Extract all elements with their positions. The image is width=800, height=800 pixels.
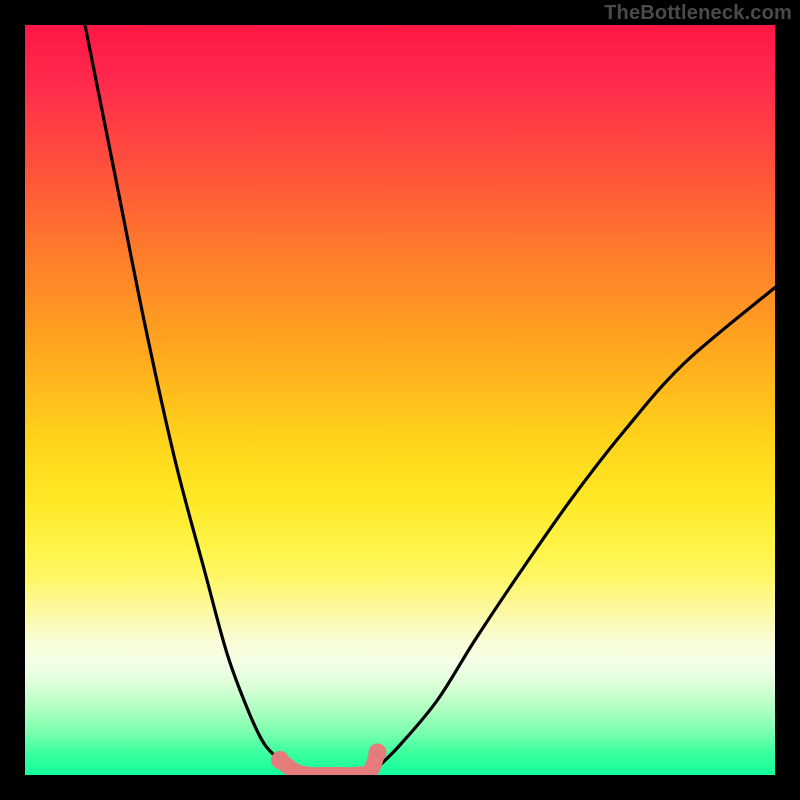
marker-dot: [271, 751, 289, 769]
chart-svg: [25, 25, 775, 775]
left-branch-line: [85, 25, 288, 768]
plot-area: [25, 25, 775, 775]
marker-dot: [369, 744, 387, 762]
watermark-text: TheBottleneck.com: [604, 2, 792, 25]
chart-frame: TheBottleneck.com: [0, 0, 800, 800]
flat-bottom-marker-line: [280, 753, 378, 776]
right-branch-line: [378, 288, 776, 768]
